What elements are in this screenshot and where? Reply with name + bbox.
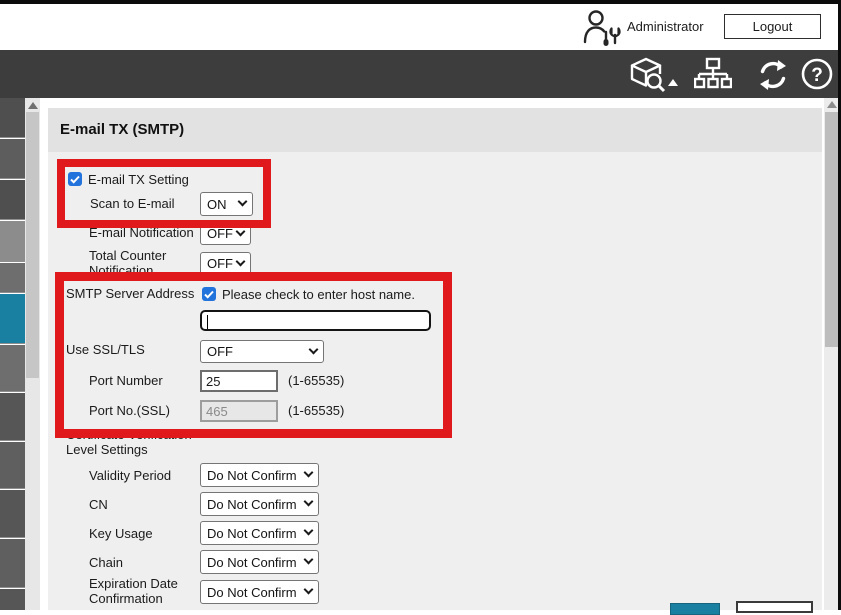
key-usage-label: Key Usage: [89, 527, 153, 542]
sidebar-item[interactable]: [0, 221, 25, 262]
logout-button[interactable]: Logout: [724, 14, 821, 39]
use-ssl-tls-select[interactable]: OFF: [200, 340, 324, 363]
total-counter-notification-select[interactable]: OFF: [200, 252, 251, 275]
port-number-input[interactable]: [200, 370, 278, 392]
refresh-icon[interactable]: [756, 58, 790, 92]
chevron-down-icon: [236, 256, 246, 266]
sidebar-item[interactable]: [0, 139, 25, 179]
page-header: [0, 4, 841, 50]
sidebar-item[interactable]: [0, 263, 25, 293]
chain-select[interactable]: Do Not Confirm: [200, 550, 319, 574]
primary-button-partial[interactable]: [670, 603, 720, 615]
hostname-checkbox[interactable]: [202, 287, 216, 301]
help-icon[interactable]: ?: [800, 57, 834, 91]
sidebar-item[interactable]: [0, 442, 25, 489]
key-usage-value: Do Not Confirm: [207, 526, 297, 541]
network-tree-icon[interactable]: [694, 57, 732, 91]
key-usage-select[interactable]: Do Not Confirm: [200, 521, 319, 545]
sidebar-item[interactable]: [0, 539, 25, 588]
sidebar-item[interactable]: [0, 180, 25, 220]
chevron-down-icon: [304, 468, 314, 478]
email-notification-label: E-mail Notification: [89, 226, 194, 241]
chevron-down-icon: [236, 226, 246, 236]
chevron-down-icon: [309, 344, 319, 354]
sidebar-item-active[interactable]: [0, 294, 25, 344]
expiration-date-confirmation-select[interactable]: Do Not Confirm: [200, 580, 319, 604]
email-notification-select[interactable]: OFF: [200, 222, 251, 245]
chain-value: Do Not Confirm: [207, 555, 297, 570]
total-counter-notification-value: OFF: [207, 256, 233, 271]
validity-period-select[interactable]: Do Not Confirm: [200, 463, 319, 487]
secondary-button-partial[interactable]: [736, 601, 813, 613]
sidebar-item[interactable]: [0, 345, 25, 392]
scan-to-email-label: Scan to E-mail: [90, 197, 175, 212]
sidebar-item[interactable]: [0, 490, 25, 538]
page-title: E-mail TX (SMTP): [60, 121, 184, 138]
nav-scrollbar-thumb[interactable]: [26, 112, 39, 378]
smtp-server-input[interactable]: [200, 310, 431, 331]
device-search-icon[interactable]: [627, 55, 669, 95]
cn-value: Do Not Confirm: [207, 497, 297, 512]
email-tx-setting-checkbox[interactable]: [68, 172, 82, 186]
validity-period-label: Validity Period: [89, 469, 171, 484]
chevron-down-icon: [304, 497, 314, 507]
port-number-label: Port Number: [89, 374, 163, 389]
use-ssl-tls-label: Use SSL/TLS: [66, 343, 145, 358]
certificate-verification-section-label: Certificate Verification Level Settings: [66, 428, 216, 457]
email-notification-value: OFF: [207, 226, 233, 241]
nav-scroll-up-icon[interactable]: [28, 102, 38, 109]
chevron-down-icon: [304, 526, 314, 536]
scan-to-email-value: ON: [207, 197, 227, 212]
svg-text:?: ?: [811, 65, 823, 86]
cn-label: CN: [89, 498, 108, 513]
scan-to-email-select[interactable]: ON: [200, 192, 253, 216]
cn-select[interactable]: Do Not Confirm: [200, 492, 319, 516]
port-number-range: (1-65535): [288, 374, 344, 389]
chain-label: Chain: [89, 556, 123, 571]
hostname-note: Please check to enter host name.: [222, 288, 415, 303]
email-tx-setting-label: E-mail TX Setting: [88, 173, 189, 188]
main-scroll-up-icon[interactable]: [827, 101, 837, 108]
sidebar-item[interactable]: [0, 589, 25, 610]
port-ssl-range: (1-65535): [288, 404, 344, 419]
use-ssl-tls-value: OFF: [207, 344, 233, 359]
device-dropdown-arrow-icon[interactable]: [668, 79, 678, 86]
expiration-date-confirmation-label: Expiration Date Confirmation: [89, 577, 204, 606]
sidebar-item[interactable]: [0, 393, 25, 441]
port-ssl-label: Port No.(SSL): [89, 404, 170, 419]
expiration-date-confirmation-value: Do Not Confirm: [207, 585, 297, 600]
port-ssl-input: [200, 400, 278, 422]
validity-period-value: Do Not Confirm: [207, 468, 297, 483]
sidebar-item[interactable]: [0, 98, 25, 138]
total-counter-notification-label: Total Counter Notification: [89, 249, 197, 278]
administrator-tools-icon: [582, 8, 624, 46]
main-scrollbar-thumb[interactable]: [825, 112, 838, 347]
chevron-down-icon: [304, 555, 314, 565]
chevron-down-icon: [304, 585, 314, 595]
smtp-server-address-label: SMTP Server Address: [66, 287, 194, 302]
administrator-label: Administrator: [627, 19, 704, 34]
chevron-down-icon: [238, 197, 248, 207]
text-caret: [207, 315, 208, 329]
